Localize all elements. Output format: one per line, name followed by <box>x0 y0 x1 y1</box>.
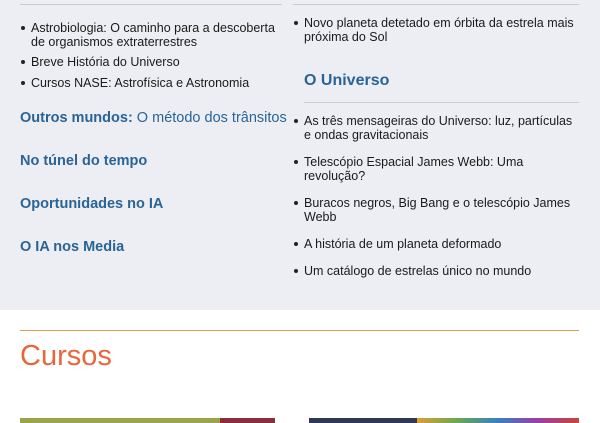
section-title-o-universo[interactable]: O Universo <box>304 72 389 90</box>
link-buracos-negros[interactable]: Buracos negros, Big Bang e o telescópio … <box>304 196 570 224</box>
list-item[interactable]: Telescópio Espacial James Webb: Uma revo… <box>293 155 581 183</box>
list-item[interactable]: Um catálogo de estrelas único no mundo <box>293 264 581 278</box>
column-divider <box>20 4 282 5</box>
list-item[interactable]: Cursos NASE: Astrofísica e Astronomia <box>20 76 282 90</box>
left-link-list: Astrobiologia: O caminho para a descober… <box>20 21 282 90</box>
link-tres-mensageiras[interactable]: As três mensageiras do Universo: luz, pa… <box>304 114 572 142</box>
link-breve-historia[interactable]: Breve História do Universo <box>31 55 180 69</box>
heading-tunel-do-tempo[interactable]: No túnel do tempo <box>20 152 147 170</box>
list-item[interactable]: Novo planeta detetado em órbita da estre… <box>293 16 579 44</box>
column-divider <box>293 4 579 5</box>
list-item[interactable]: Breve História do Universo <box>20 55 282 69</box>
course-thumbnail-left[interactable] <box>20 418 220 423</box>
cursos-heading: Cursos <box>20 340 112 372</box>
course-thumbnail-right-accent <box>417 418 579 423</box>
list-item[interactable]: Buracos negros, Big Bang e o telescópio … <box>293 196 581 224</box>
course-thumbnail-left-accent <box>220 418 275 423</box>
list-item[interactable]: Astrobiologia: O caminho para a descober… <box>20 21 282 49</box>
list-item[interactable]: As três mensageiras do Universo: luz, pa… <box>293 114 581 142</box>
list-item[interactable]: A história de um planeta deformado <box>293 237 581 251</box>
universo-link-list: As três mensageiras do Universo: luz, pa… <box>293 114 581 278</box>
course-thumbnail-right[interactable] <box>309 418 417 423</box>
link-novo-planeta[interactable]: Novo planeta detetado em órbita da estre… <box>304 16 574 44</box>
right-top-link-list: Novo planeta detetado em órbita da estre… <box>293 16 579 44</box>
cursos-divider <box>20 330 579 331</box>
heading-outros-mundos[interactable]: Outros mundos: O método dos trânsitos <box>20 109 287 127</box>
link-planeta-deformado[interactable]: A história de um planeta deformado <box>304 237 501 251</box>
heading-oportunidades[interactable]: Oportunidades no IA <box>20 195 163 213</box>
link-james-webb-revolucao[interactable]: Telescópio Espacial James Webb: Uma revo… <box>304 155 523 183</box>
section-divider <box>304 102 579 103</box>
link-catalogo-estrelas[interactable]: Um catálogo de estrelas único no mundo <box>304 264 531 278</box>
heading-outros-mundos-bold: Outros mundos: <box>20 110 133 126</box>
mega-menu-panel: Astrobiologia: O caminho para a descober… <box>0 0 600 310</box>
link-cursos-nase[interactable]: Cursos NASE: Astrofísica e Astronomia <box>31 76 249 90</box>
heading-outros-mundos-sub: O método dos trânsitos <box>132 110 287 126</box>
link-astrobiologia[interactable]: Astrobiologia: O caminho para a descober… <box>31 21 275 49</box>
heading-ia-nos-media[interactable]: O IA nos Media <box>20 238 124 256</box>
